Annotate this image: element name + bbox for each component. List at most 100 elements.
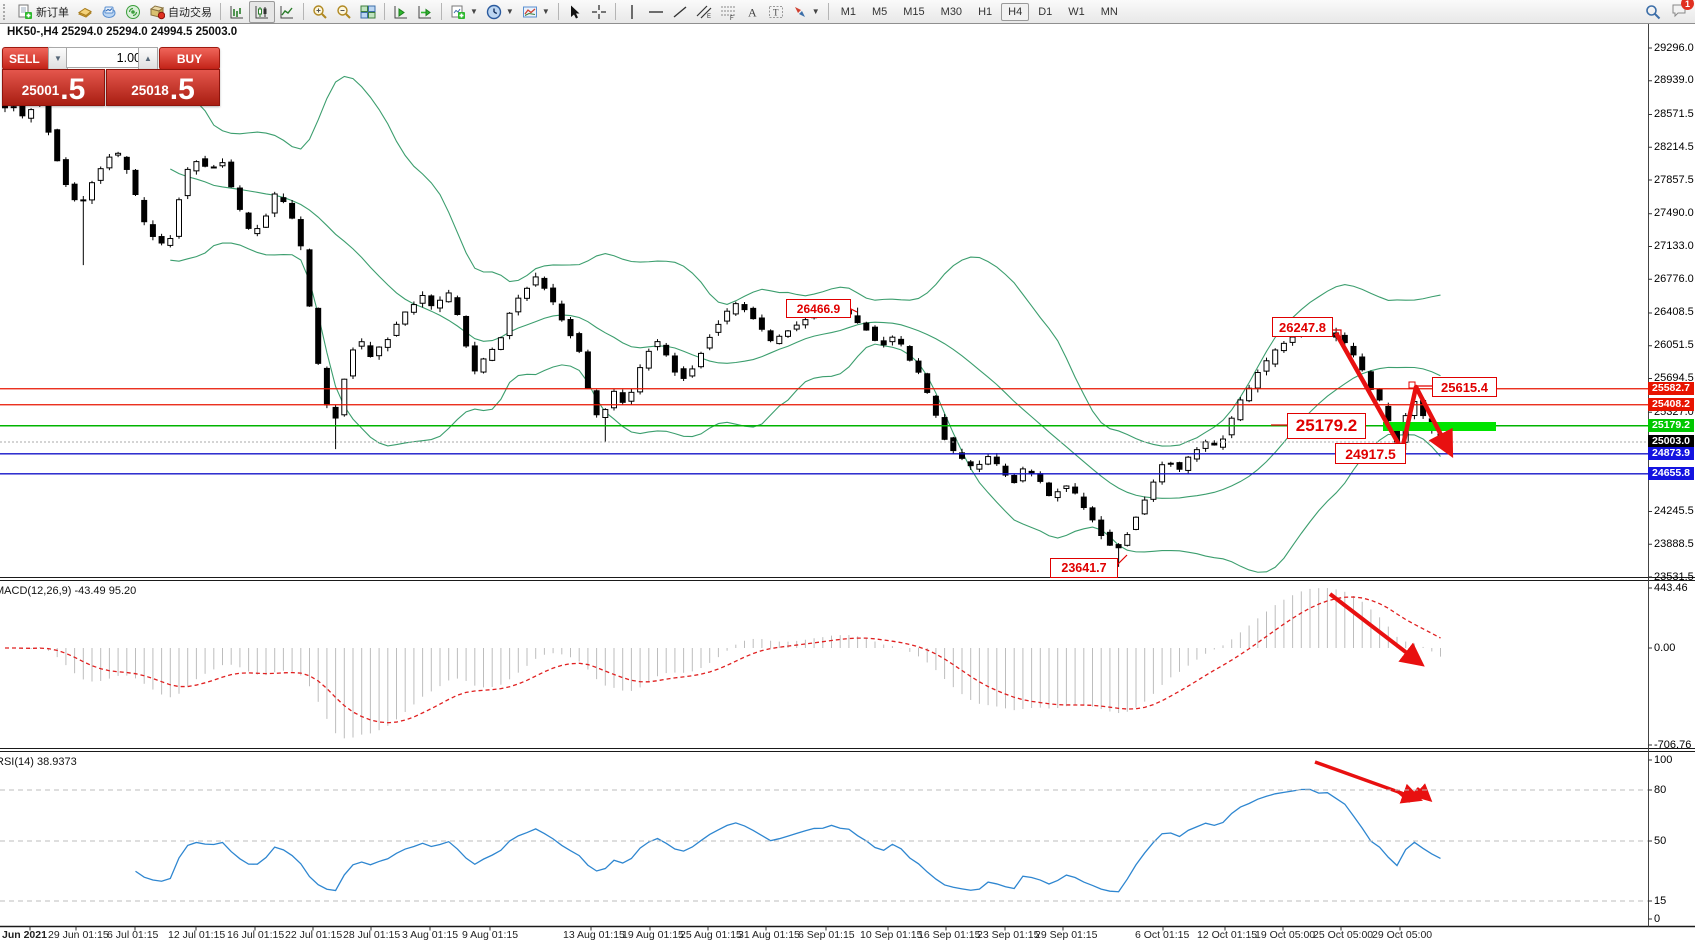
chart-title: HK50-,H4 25294.0 25294.0 24994.5 25003.0 [7, 26, 237, 38]
svg-text:A: A [748, 5, 757, 19]
charts-button[interactable] [97, 2, 121, 22]
clock-icon [486, 4, 502, 20]
candlestick-icon [254, 4, 270, 20]
cursor-icon [567, 4, 583, 20]
zoom-in-button[interactable] [308, 2, 332, 22]
candlestick-mode-button[interactable] [249, 1, 275, 23]
text-icon: A [744, 4, 760, 20]
line-chart-mode-button[interactable] [275, 2, 299, 22]
volume-increase-button[interactable]: ▲ [138, 47, 158, 70]
fibonacci-icon: F [720, 4, 736, 20]
trendline-tool[interactable] [668, 2, 692, 22]
tile-windows-icon [360, 4, 376, 20]
macd-indicator-label: MACD(12,26,9) -43.49 95.20 [0, 585, 136, 597]
sell-button[interactable]: SELL [2, 47, 54, 70]
toolbar-separator [558, 3, 559, 20]
sell-price-pip: .5 [60, 76, 85, 104]
market-watch-button[interactable] [73, 2, 97, 22]
line-chart-icon [279, 4, 295, 20]
channel-icon: E [696, 4, 712, 20]
trendline-icon [672, 4, 688, 20]
template-icon [522, 4, 538, 20]
buy-price[interactable]: 25018 .5 [106, 69, 220, 106]
signals-button[interactable] [121, 2, 145, 22]
vertical-line-icon [624, 4, 640, 20]
notifications-button[interactable]: 1 [1671, 2, 1687, 21]
timeframe-d1[interactable]: D1 [1031, 3, 1059, 21]
horizontal-line-icon [648, 4, 664, 20]
svg-text:F: F [730, 16, 734, 20]
crosshair-icon [591, 4, 607, 20]
autotrade-label: 自动交易 [168, 4, 212, 20]
new-order-label: 新订单 [36, 4, 69, 20]
toolbar-separator [303, 3, 304, 20]
timeframe-h1[interactable]: H1 [971, 3, 999, 21]
chevron-down-icon: ▼ [470, 7, 478, 16]
tile-windows-button[interactable] [356, 2, 380, 22]
horizontal-line-tool[interactable] [644, 2, 668, 22]
new-chart-icon [450, 4, 466, 20]
toolbar-grip[interactable] [3, 4, 9, 20]
new-order-button[interactable]: 新订单 [13, 2, 73, 22]
buy-price-main: 25018 [131, 78, 169, 104]
chart-shift-button[interactable] [389, 2, 413, 22]
chevron-down-icon: ▼ [542, 7, 550, 16]
timeframe-mn[interactable]: MN [1094, 3, 1125, 21]
chevron-down-icon: ▼ [506, 7, 514, 16]
signal-icon [125, 4, 141, 20]
volume-decrease-button[interactable]: ▼ [48, 47, 68, 70]
cursor-tool-button[interactable] [563, 2, 587, 22]
one-click-trading-panel: SELL ▼ ▲ BUY 25001 .5 25018 .5 [2, 46, 218, 103]
timeframe-m1[interactable]: M1 [834, 3, 863, 21]
timeframe-m30[interactable]: M30 [934, 3, 969, 21]
search-icon[interactable] [1645, 4, 1661, 20]
toolbar-separator [384, 3, 385, 20]
crosshair-tool-button[interactable] [587, 2, 611, 22]
chart-shift-icon [393, 4, 409, 20]
buy-price-pip: .5 [170, 76, 195, 104]
autotrade-button[interactable]: 自动交易 [145, 2, 216, 22]
periods-dropdown[interactable]: ▼ [482, 2, 518, 22]
text-label-tool[interactable]: T [764, 2, 788, 22]
rsi-indicator-label: RSI(14) 38.9373 [0, 756, 77, 768]
sell-price-main: 25001 [22, 78, 60, 104]
timeframe-m5[interactable]: M5 [865, 3, 894, 21]
zoom-out-button[interactable] [332, 2, 356, 22]
new-chart-dropdown[interactable]: ▼ [446, 2, 482, 22]
templates-dropdown[interactable]: ▼ [518, 2, 554, 22]
zoom-in-icon [312, 4, 328, 20]
chart-window-icon [101, 4, 117, 20]
buy-button[interactable]: BUY [159, 47, 220, 70]
timeframe-w1[interactable]: W1 [1061, 3, 1092, 21]
chart-canvas[interactable] [0, 0, 1695, 941]
timeframe-m15[interactable]: M15 [896, 3, 931, 21]
bar-chart-icon [229, 4, 245, 20]
text-tool[interactable]: A [740, 2, 764, 22]
vertical-line-tool[interactable] [620, 2, 644, 22]
channel-tool[interactable]: E [692, 2, 716, 22]
svg-text:E: E [707, 14, 711, 20]
new-order-icon [17, 4, 33, 20]
notification-badge: 1 [1681, 0, 1694, 10]
toolbar-separator [615, 3, 616, 20]
toolbar-separator [441, 3, 442, 20]
mt4-window: 新订单 自动交易 [0, 0, 1695, 941]
main-toolbar: 新订单 自动交易 [0, 0, 1695, 24]
fibonacci-tool[interactable]: F [716, 2, 740, 22]
timeframe-h4[interactable]: H4 [1001, 3, 1029, 21]
sell-price[interactable]: 25001 .5 [2, 69, 105, 106]
auto-scroll-icon [417, 4, 433, 20]
bar-chart-mode-button[interactable] [225, 2, 249, 22]
toolbar-separator [828, 3, 829, 20]
zoom-out-icon [336, 4, 352, 20]
svg-text:T: T [773, 7, 779, 17]
book-icon [77, 4, 93, 20]
toolbar-separator [220, 3, 221, 20]
volume-input[interactable] [66, 47, 146, 68]
auto-scroll-button[interactable] [413, 2, 437, 22]
arrows-icon [792, 4, 808, 20]
autotrade-icon [149, 4, 165, 20]
text-label-icon: T [768, 4, 784, 20]
arrows-dropdown[interactable]: ▼ [788, 2, 824, 22]
chevron-down-icon: ▼ [812, 7, 820, 16]
